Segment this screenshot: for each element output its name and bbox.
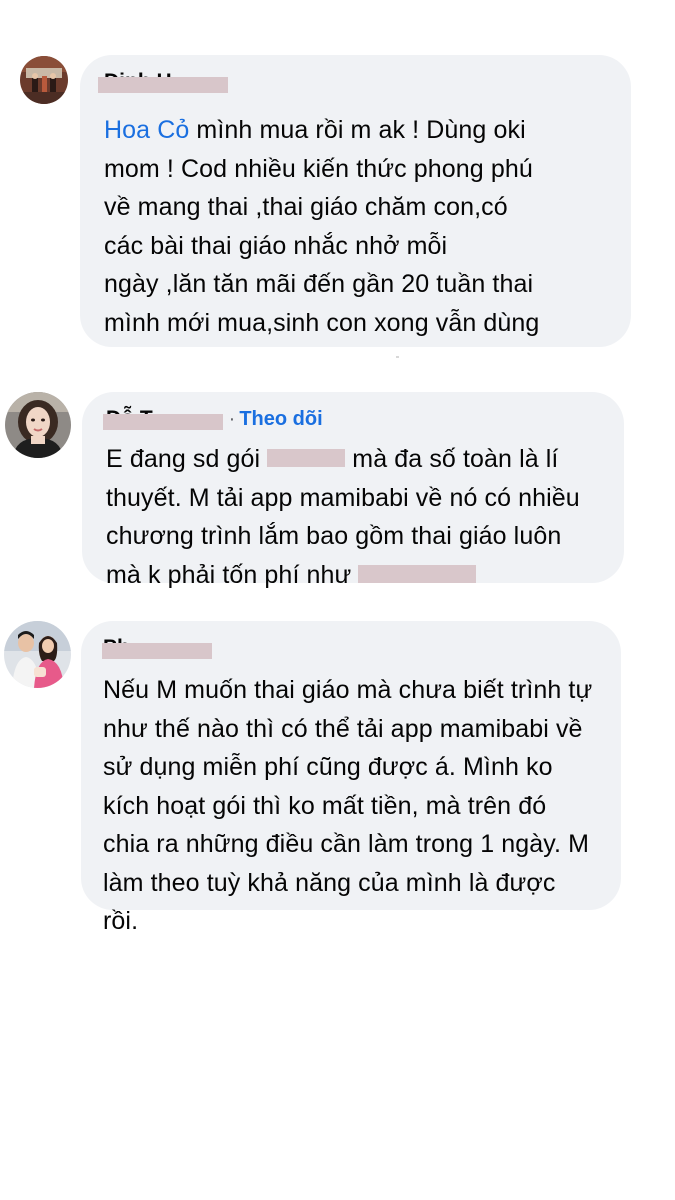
separator-dot: · — [228, 407, 236, 430]
follow-button[interactable]: Theo dõi — [239, 408, 322, 431]
redacted-author-name — [97, 77, 228, 93]
redacted-text — [267, 449, 346, 468]
comment-text: Hoa Cỏ mình mua rồi m ak ! Dùng oki mom … — [104, 116, 540, 337]
comment-bubble: Dinh H Hoa Cỏ mình mua rồi m ak ! Dùng o… — [80, 55, 631, 347]
avatar[interactable] — [20, 56, 68, 104]
divider — [396, 356, 399, 358]
comment-bubble: Đỗ T · Theo dõi E đang sd gói mà đa số t… — [82, 392, 624, 589]
comment-author-row: Đỗ T · Theo dõi — [102, 406, 624, 432]
comment-text: Nếu M muốn thai giáo mà chưa biết trình … — [103, 676, 593, 935]
avatar-photo-icon — [5, 392, 71, 458]
redacted-author-name — [102, 414, 223, 430]
avatar[interactable] — [5, 392, 71, 458]
comment-author-row: Ph — [101, 635, 621, 661]
redacted-author-name — [101, 643, 212, 659]
comment-author-row: Dinh H — [97, 69, 631, 95]
avatar-photo-icon — [20, 56, 68, 104]
comment-bubble: Ph Nếu M muốn thai giáo mà chưa biết trì… — [81, 621, 621, 935]
avatar-photo-icon — [4, 621, 71, 688]
mention-link[interactable]: Hoa Cỏ — [104, 116, 189, 144]
avatar[interactable] — [4, 621, 71, 688]
redacted-text — [358, 564, 477, 583]
comment-text: E đang sd gói mà đa số toàn là lí thuyết… — [106, 445, 580, 589]
